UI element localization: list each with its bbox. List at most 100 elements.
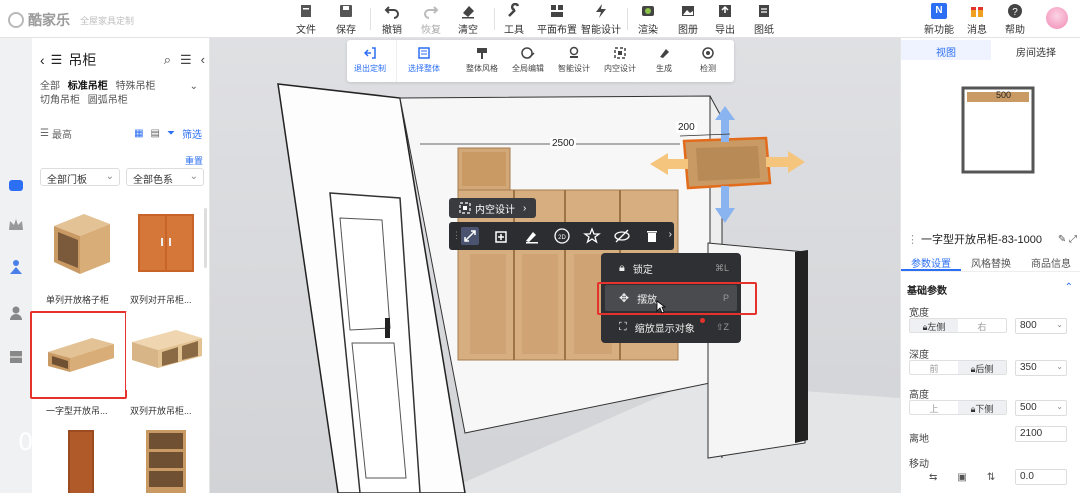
2d-view-icon[interactable]: 2D [553,227,571,245]
reset-button[interactable]: 重置 [185,154,203,167]
toolbar-messages-button[interactable]: 消息 [958,3,996,36]
toolbar-tools-button[interactable]: 工具 [494,3,534,36]
toolbar-file-button[interactable]: 文件 [286,3,326,36]
basic-params-header[interactable]: 基础参数 ⌃ [907,282,1075,297]
product-thumb-4[interactable] [126,312,206,390]
star-icon[interactable] [583,227,601,245]
3d-canvas[interactable] [210,38,900,493]
toolbar-render-button[interactable]: 渲染 [628,3,668,36]
depth-anchor-toggle[interactable]: 前 🔒︎后侧 [909,360,1007,375]
door-select[interactable]: 全部门板 ⌄ [40,168,120,186]
product-thumb-2[interactable] [126,204,206,282]
user-avatar[interactable] [1046,7,1068,29]
toolbar-album-button[interactable]: 图册 [668,3,708,36]
expand-icon[interactable]: ⤢ [1069,234,1077,245]
funnel-icon[interactable]: ⏷ [167,128,175,139]
person-tool-icon[interactable] [7,258,25,276]
app-logo[interactable]: 酷家乐 全屋家具定制 [8,10,134,30]
depth-anchor-back[interactable]: 🔒︎后侧 [958,361,1006,374]
product-title-row: ⋮ 一字型开放吊柜-83-1000 ✎ ⤢ [907,231,1077,247]
user-icon[interactable] [7,304,25,322]
cabinet-icon[interactable] [7,348,25,366]
toolbar-drawing-button[interactable]: 图纸 [744,3,784,36]
material-brush-icon[interactable] [523,227,541,245]
check-button[interactable]: 检测 [685,46,731,74]
color-select[interactable]: 全部色系 ⌄ [126,168,204,186]
sort-icon[interactable]: ☰ [40,128,49,139]
catalog-icon[interactable] [7,176,25,194]
filter-all[interactable]: 全部 [40,81,60,92]
depth-anchor-front[interactable]: 前 [910,361,958,374]
smart-design-sub-button[interactable]: 智能设计 [551,46,597,74]
width-anchor-toggle[interactable]: 🔒︎左侧 右 [909,318,1007,333]
open-cube-cabinet-image [54,214,110,274]
toolbar-floorplan-button[interactable]: 平面布置 [533,3,581,36]
chevron-up-icon[interactable]: ⌃ [1065,282,1073,293]
filter-standard[interactable]: 标准吊柜 [68,81,108,92]
toolbar-save-button[interactable]: 保存 [326,3,366,36]
hide-eye-icon[interactable] [613,227,631,245]
grid-view-icon[interactable]: ▦ [134,128,143,139]
toolbar-clear-button[interactable]: 清空 [448,3,488,36]
menu-item-lock[interactable]: 🔒︎ 锁定 ⌘L [605,255,737,281]
move-x-icon[interactable]: ⇆ [929,472,937,483]
filter-list-icon[interactable]: ☰ [180,52,192,68]
product-thumb-5[interactable] [40,424,120,493]
filter-arc[interactable]: 圆弧吊柜 [88,95,128,106]
menu-item-zoom-fit[interactable]: ⛶ 缩放显示对象 ⇧Z [605,314,737,340]
offground-input[interactable]: 2100 [1015,426,1067,442]
product-thumb-1[interactable] [40,204,120,282]
product-thumb-6[interactable] [126,424,206,493]
generate-button[interactable]: 生成 [641,46,687,74]
scale-icon[interactable] [461,227,479,245]
collapse-icon[interactable]: ‹ [201,52,205,68]
back-icon[interactable]: ‹ [40,52,45,68]
toolbar-undo-button[interactable]: 撤销 [372,3,412,36]
edit-icon[interactable]: ✎ [1058,234,1066,245]
list-view-icon[interactable]: ▤ [151,128,160,139]
depth-input[interactable]: 350 ⌄ [1015,360,1067,376]
tab-view[interactable]: 视图 [901,40,991,60]
toolbar-export-button[interactable]: 导出 [705,3,745,36]
crown-icon[interactable] [7,216,25,234]
filter-special[interactable]: 特殊吊柜 [116,81,156,92]
move-y-icon[interactable]: ▣ [957,472,966,483]
chevron-down-icon[interactable]: ⌄ [190,80,198,94]
catalog-scrollbar[interactable] [204,208,207,268]
inner-space-button[interactable]: 内空设计 [597,46,643,74]
drag-handle-icon[interactable]: ⋮ [452,230,461,241]
tab-room-select[interactable]: 房间选择 [991,40,1080,60]
width-anchor-left[interactable]: 🔒︎左侧 [910,319,958,332]
move-input[interactable]: 0.0 [1015,469,1067,485]
select-all-button[interactable]: 选择整体 [401,46,447,74]
toolbar-new-feature-button[interactable]: N 新功能 [920,3,958,36]
search-icon[interactable]: ⌕ [164,52,171,68]
width-input[interactable]: 800 ⌄ [1015,318,1067,334]
tab-product-info[interactable]: 商品信息 [1021,252,1080,271]
inner-space-icon [614,47,626,59]
toolbar-help-button[interactable]: ? 帮助 [996,3,1034,36]
filter-button[interactable]: 筛选 [182,126,202,141]
depth-value: 350 [1020,362,1037,373]
minimap[interactable] [909,62,1073,218]
add-copy-icon[interactable] [493,227,511,245]
inner-design-popup[interactable]: 内空设计 › [449,198,536,218]
delete-icon[interactable] [643,227,661,245]
height-input[interactable]: 500 ⌄ [1015,400,1067,416]
toolbar-smart-design-button[interactable]: 智能设计 [577,3,625,36]
height-anchor-toggle[interactable]: 上 🔒︎下侧 [909,400,1007,415]
tab-params[interactable]: 参数设置 [901,252,961,271]
move-z-icon[interactable]: ⇅ [987,472,995,483]
exit-custom-button[interactable]: 退出定制 [347,46,393,74]
chevron-right-icon[interactable]: › [669,229,672,240]
height-anchor-bottom[interactable]: 🔒︎下侧 [958,401,1006,414]
height-anchor-top[interactable]: 上 [910,401,958,414]
sort-label[interactable]: 最高 [52,126,72,141]
width-anchor-right[interactable]: 右 [958,319,1006,332]
toolbar-redo-button[interactable]: 恢复 [411,3,451,36]
tab-style-replace[interactable]: 风格替换 [961,252,1021,271]
global-edit-button[interactable]: 全局编辑 [505,46,551,74]
check-label: 检测 [700,64,716,73]
overall-style-button[interactable]: 整体风格 [459,46,505,74]
filter-corner[interactable]: 切角吊柜 [40,95,80,106]
